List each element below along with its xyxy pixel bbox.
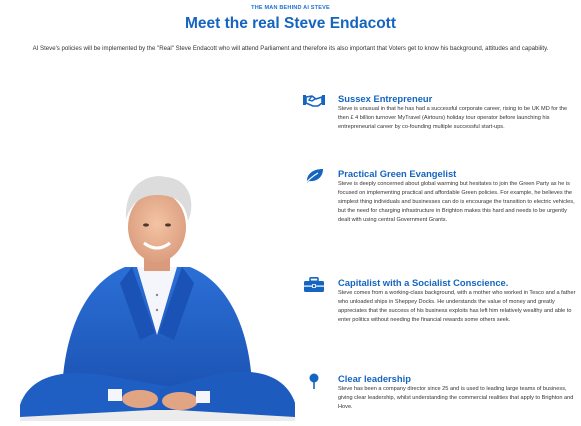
leaf-icon <box>303 168 325 185</box>
handshake-icon <box>303 93 325 109</box>
intro-text: AI Steve's policies will be implemented … <box>32 45 549 52</box>
feature-description: Steve comes from a working-class backgro… <box>338 290 576 323</box>
briefcase-icon <box>303 277 325 293</box>
section-eyebrow: THE MAN BEHIND AI STEVE <box>251 5 330 11</box>
page-title: Meet the real Steve Endacott <box>184 15 397 32</box>
feature-title: Clear leadership <box>338 373 411 384</box>
feature-description: Steve has been a company director since … <box>338 386 574 410</box>
feature-title: Sussex Entrepreneur <box>338 93 433 104</box>
feature-description: Steve is unusual in that he has had a su… <box>338 106 568 130</box>
feature-description: Steve is deeply concerned about global w… <box>338 181 575 223</box>
map-pin-icon <box>303 373 325 389</box>
feature-title: Practical Green Evangelist <box>338 168 457 179</box>
steve-portrait-image <box>20 155 295 421</box>
feature-title: Capitalist with a Socialist Conscience. <box>338 277 509 288</box>
